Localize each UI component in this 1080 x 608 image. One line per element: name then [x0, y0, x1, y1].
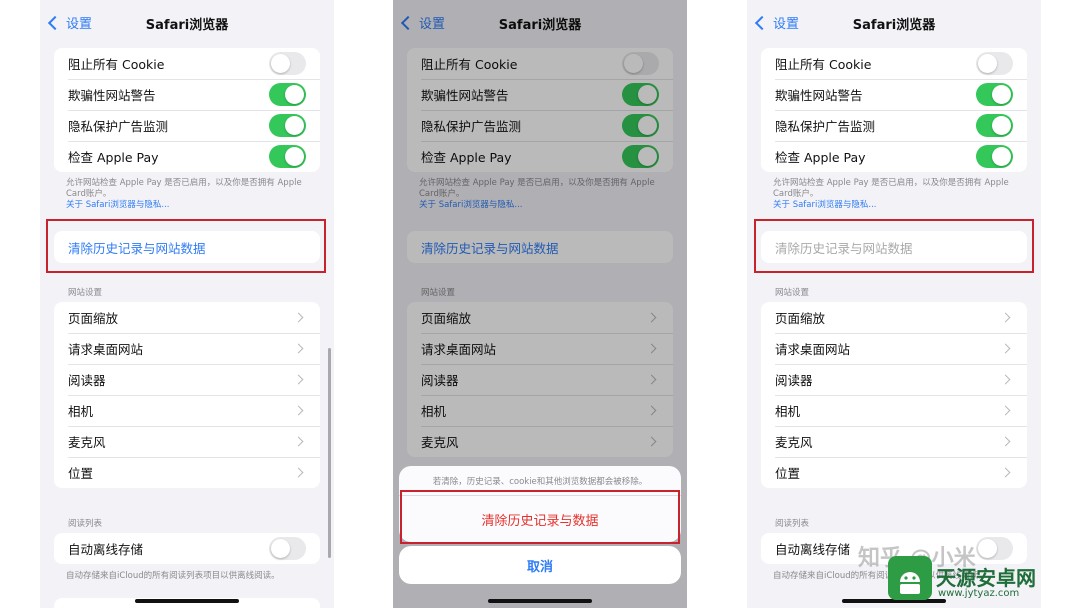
nav-bar: 设置 Safari浏览器: [40, 0, 334, 44]
row-ad-measurement: 隐私保护广告监测: [54, 110, 320, 141]
website-settings-group: 页面缩放 请求桌面网站 阅读器 相机 麦克风 位置: [54, 302, 320, 488]
row-label: 位置: [775, 466, 801, 481]
chevron-right-icon: [1000, 467, 1011, 478]
row-label: 自动离线存储: [775, 542, 851, 557]
chevron-right-icon: [293, 374, 304, 385]
list-item[interactable]: 相机: [54, 395, 320, 426]
phone-screen-cleared: 设置 Safari浏览器 阻止所有 Cookie 欺骗性网站警告 隐私保护广告监…: [747, 0, 1041, 608]
home-indicator: [488, 599, 592, 603]
list-item[interactable]: 阅读器: [54, 364, 320, 395]
offline-save-toggle[interactable]: [269, 537, 306, 560]
row-label: 页面缩放: [775, 311, 826, 326]
chevron-right-icon: [293, 436, 304, 447]
block-cookies-toggle[interactable]: [976, 52, 1013, 75]
row-apple-pay: 检查 Apple Pay: [761, 141, 1027, 172]
row-offline-save: 自动离线存储: [54, 533, 320, 564]
chevron-right-icon: [293, 343, 304, 354]
chevron-right-icon: [1000, 312, 1011, 323]
chevron-right-icon: [1000, 374, 1011, 385]
reading-list-footnote: 自动存储来自iCloud的所有阅读列表项目以供离线阅读。: [66, 571, 280, 581]
footnote-text: 允许网站检查 Apple Pay 是否已启用，以及你是否拥有 Apple Car…: [66, 178, 302, 199]
block-cookies-toggle[interactable]: [269, 52, 306, 75]
row-label: 请求桌面网站: [775, 342, 851, 357]
ad-measurement-toggle[interactable]: [269, 114, 306, 137]
chevron-right-icon: [293, 467, 304, 478]
row-label: 相机: [775, 404, 801, 419]
row-label: 自动离线存储: [68, 542, 144, 557]
row-label: 检查 Apple Pay: [775, 150, 866, 165]
cancel-button[interactable]: 取消: [399, 546, 681, 584]
highlight-box: [754, 219, 1034, 273]
chevron-right-icon: [293, 312, 304, 323]
list-item[interactable]: 位置: [761, 457, 1027, 488]
row-label: 阻止所有 Cookie: [68, 57, 165, 72]
highlight-box: [46, 219, 326, 273]
list-item[interactable]: 页面缩放: [54, 302, 320, 333]
row-label: 请求桌面网站: [68, 342, 144, 357]
chevron-right-icon: [1000, 343, 1011, 354]
row-label: 隐私保护广告监测: [775, 119, 876, 134]
chevron-right-icon: [1000, 405, 1011, 416]
list-item[interactable]: 请求桌面网站: [761, 333, 1027, 364]
privacy-footnote: 允许网站检查 Apple Pay 是否已启用，以及你是否拥有 Apple Car…: [773, 178, 1023, 211]
page-title: Safari浏览器: [145, 18, 229, 33]
nav-bar: 设置 Safari浏览器: [747, 0, 1041, 44]
page-title: Safari浏览器: [852, 18, 936, 33]
scrollbar[interactable]: [328, 348, 331, 558]
row-apple-pay: 检查 Apple Pay: [54, 141, 320, 172]
brand-url: www.jytyaz.com: [938, 588, 1020, 599]
row-fraud-warning: 欺骗性网站警告: [54, 79, 320, 110]
privacy-group: 阻止所有 Cookie 欺骗性网站警告 隐私保护广告监测 检查 Apple Pa…: [761, 48, 1027, 172]
privacy-link[interactable]: 关于 Safari浏览器与隐私...: [773, 200, 1023, 211]
privacy-footnote: 允许网站检查 Apple Pay 是否已启用，以及你是否拥有 Apple Car…: [66, 178, 316, 211]
website-settings-header: 网站设置: [68, 288, 103, 298]
android-icon: [900, 572, 920, 594]
brand-logo: [888, 556, 932, 600]
list-item[interactable]: 麦克风: [761, 426, 1027, 457]
reading-list-header: 阅读列表: [68, 519, 103, 529]
offline-save-toggle[interactable]: [976, 537, 1013, 560]
privacy-group: 阻止所有 Cookie 欺骗性网站警告 隐私保护广告监测 检查 Apple Pa…: [54, 48, 320, 172]
row-label: 欺骗性网站警告: [775, 88, 863, 103]
row-block-cookies: 阻止所有 Cookie: [761, 48, 1027, 79]
fraud-warning-toggle[interactable]: [269, 83, 306, 106]
row-fraud-warning: 欺骗性网站警告: [761, 79, 1027, 110]
row-ad-measurement: 隐私保护广告监测: [761, 110, 1027, 141]
row-label: 阻止所有 Cookie: [775, 57, 872, 72]
website-settings-header: 网站设置: [775, 288, 810, 298]
chevron-right-icon: [1000, 436, 1011, 447]
row-label: 页面缩放: [68, 311, 119, 326]
highlight-box: [400, 490, 680, 544]
website-settings-group: 页面缩放 请求桌面网站 阅读器 相机 麦克风 位置: [761, 302, 1027, 488]
home-indicator: [135, 599, 239, 603]
row-label: 隐私保护广告监测: [68, 119, 169, 134]
row-label: 阅读器: [68, 373, 106, 388]
apple-pay-toggle[interactable]: [976, 145, 1013, 168]
row-label: 检查 Apple Pay: [68, 150, 159, 165]
footnote-text: 允许网站检查 Apple Pay 是否已启用，以及你是否拥有 Apple Car…: [773, 178, 1009, 199]
ad-measurement-toggle[interactable]: [976, 114, 1013, 137]
list-item[interactable]: 麦克风: [54, 426, 320, 457]
phone-screen-normal: 设置 Safari浏览器 阻止所有 Cookie 欺骗性网站警告 隐私保护广告监…: [40, 0, 334, 608]
row-label: 欺骗性网站警告: [68, 88, 156, 103]
row-label: 阅读器: [775, 373, 813, 388]
row-label: 麦克风: [68, 435, 106, 450]
privacy-link[interactable]: 关于 Safari浏览器与隐私...: [66, 200, 316, 211]
row-label: 麦克风: [775, 435, 813, 450]
chevron-right-icon: [293, 405, 304, 416]
list-item[interactable]: 相机: [761, 395, 1027, 426]
row-label: 位置: [68, 466, 94, 481]
list-item[interactable]: 页面缩放: [761, 302, 1027, 333]
row-block-cookies: 阻止所有 Cookie: [54, 48, 320, 79]
fraud-warning-toggle[interactable]: [976, 83, 1013, 106]
apple-pay-toggle[interactable]: [269, 145, 306, 168]
reading-list-group: 自动离线存储: [54, 533, 320, 564]
list-item[interactable]: 请求桌面网站: [54, 333, 320, 364]
reading-list-header: 阅读列表: [775, 519, 810, 529]
brand-name: 天源安卓网: [936, 566, 1036, 590]
list-item[interactable]: 阅读器: [761, 364, 1027, 395]
row-label: 相机: [68, 404, 94, 419]
phone-screen-action-sheet: 设置 Safari浏览器 阻止所有 Cookie 欺骗性网站警告 隐私保护广告监…: [393, 0, 687, 608]
list-item[interactable]: 位置: [54, 457, 320, 488]
